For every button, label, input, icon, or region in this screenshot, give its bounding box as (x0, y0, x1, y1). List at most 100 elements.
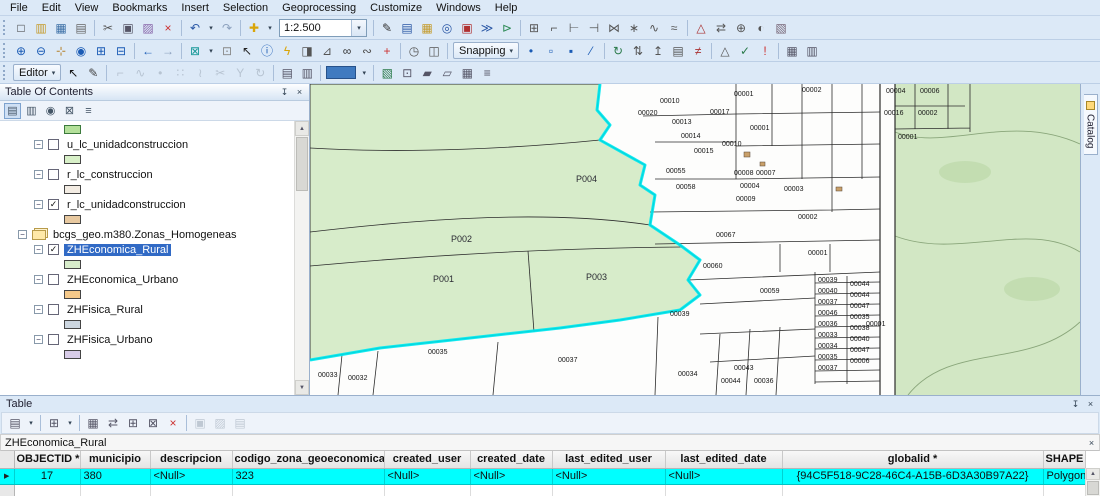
catalog-tab[interactable]: Catalog (1084, 94, 1098, 155)
rotate-tool-icon[interactable]: ↻ (251, 64, 269, 82)
menu-customize[interactable]: Customize (363, 1, 429, 15)
python-window-icon[interactable]: ≫ (478, 19, 496, 37)
select-features-icon[interactable]: ⊠ (186, 42, 204, 60)
layer-properties-icon[interactable]: ≡ (478, 64, 496, 82)
plan-directory-icon[interactable]: ▥ (803, 42, 821, 60)
column-header-last-edited-date[interactable]: last_edited_date (665, 451, 782, 468)
feature-cache-clear-icon[interactable]: ▱ (438, 64, 456, 82)
cell[interactable]: <Null> (470, 468, 552, 484)
trim-tool-icon[interactable]: ⊣ (585, 19, 603, 37)
post-version-icon[interactable]: ↥ (649, 42, 667, 60)
modelbuilder-window-icon[interactable]: ⊳ (498, 19, 516, 37)
map-view[interactable]: P004P002P001P003000100000100002000200001… (310, 84, 1080, 395)
undo-dropdown-icon[interactable]: ▾ (206, 19, 216, 37)
snapping-menu[interactable]: Snapping▾ (453, 42, 519, 59)
toc-item-r_lc_construccion[interactable]: −r_lc_construccion (0, 167, 294, 182)
list-by-source-icon[interactable]: ▥ (23, 103, 40, 119)
toc-swatch-row[interactable] (0, 287, 294, 302)
toolbar-grip[interactable] (3, 20, 7, 35)
table-options-dropdown-icon[interactable]: ▾ (26, 414, 36, 432)
row-selector[interactable]: ▶ (0, 468, 14, 484)
copy-rows-icon[interactable]: ▣ (191, 414, 209, 432)
toc-item-r_lc_unidadconstruccion[interactable]: −✓r_lc_unidadconstruccion (0, 197, 294, 212)
point-snapping-icon[interactable]: • (522, 42, 540, 60)
image-analysis-icon[interactable]: ◐ (752, 19, 770, 37)
layer-symbol-swatch[interactable] (64, 290, 81, 299)
attributes-window-icon[interactable]: ▤ (278, 64, 296, 82)
conflicts-icon[interactable]: ≠ (689, 42, 707, 60)
layer-label[interactable]: ZHEconomica_Urbano (64, 274, 181, 286)
paste-rows-icon[interactable]: ▨ (211, 414, 229, 432)
menu-view[interactable]: View (68, 1, 106, 15)
toc-swatch-row[interactable] (0, 152, 294, 167)
toc-swatch-row[interactable] (0, 257, 294, 272)
toc-swatch-row[interactable] (0, 182, 294, 197)
related-tables-icon[interactable]: ⊞ (45, 414, 63, 432)
add-data-dropdown-icon[interactable]: ▾ (265, 19, 275, 37)
expand-collapse-icon[interactable]: − (34, 245, 43, 254)
cut-polygons-tool-icon[interactable]: ✂ (211, 64, 229, 82)
line-intersection-tool-icon[interactable]: ⋈ (605, 19, 623, 37)
column-header-shape[interactable]: SHAPE (1043, 451, 1085, 468)
table-scroll-up-icon[interactable]: ▲ (1086, 468, 1100, 480)
measure-icon[interactable]: ⊿ (318, 42, 336, 60)
column-header-globalid-[interactable]: globalid * (782, 451, 1043, 468)
table-scroll-thumb[interactable] (1087, 481, 1099, 495)
cell[interactable]: <Null> (665, 468, 782, 484)
open-attribute-table-icon[interactable]: ▦ (458, 64, 476, 82)
toc-swatch-row[interactable] (0, 122, 294, 137)
expand-collapse-icon[interactable]: − (34, 140, 43, 149)
toolbar-grip[interactable] (3, 65, 7, 80)
cell[interactable]: <Null> (552, 468, 665, 484)
menu-geoprocessing[interactable]: Geoprocessing (275, 1, 363, 15)
related-tables-dropdown-icon[interactable]: ▾ (65, 414, 75, 432)
layer-symbol-swatch[interactable] (64, 125, 81, 134)
menu-bookmarks[interactable]: Bookmarks (105, 1, 174, 15)
menu-file[interactable]: File (3, 1, 35, 15)
endpoint-arc-tool-icon[interactable]: ⌐ (111, 64, 129, 82)
copy-icon[interactable]: ▣ (119, 19, 137, 37)
table-of-contents-window-icon[interactable]: ▤ (398, 19, 416, 37)
version-refresh-icon[interactable]: ↻ (609, 42, 627, 60)
toc-item-zhfisica_urbano[interactable]: −ZHFisica_Urbano (0, 332, 294, 347)
pan-icon[interactable]: ⊹ (52, 42, 70, 60)
menu-help[interactable]: Help (488, 1, 525, 15)
straight-segment-tool-icon[interactable]: ✎ (84, 64, 102, 82)
switch-selection-icon[interactable]: ⇄ (104, 414, 122, 432)
snapping-window-icon[interactable]: ⊡ (398, 64, 416, 82)
layer-checkbox[interactable]: ✓ (48, 199, 59, 210)
editor-menu[interactable]: Editor▾ (13, 64, 61, 81)
error-inspector-icon[interactable]: ! (756, 42, 774, 60)
column-header-last-edited-user[interactable]: last_edited_user (552, 451, 665, 468)
column-header-objectid-[interactable]: OBJECTID * (14, 451, 80, 468)
toc-swatch-row[interactable] (0, 347, 294, 362)
toc-scrollbar[interactable]: ▲ ▼ (294, 121, 309, 395)
cell[interactable]: 380 (80, 468, 150, 484)
explode-tool-icon[interactable]: ∗ (625, 19, 643, 37)
layer-checkbox[interactable] (48, 334, 59, 345)
select-by-attributes-icon[interactable]: ▦ (84, 414, 102, 432)
editor-toolbar-toggle-icon[interactable]: ✎ (378, 19, 396, 37)
toc-scroll-thumb[interactable] (296, 137, 308, 191)
full-extent-icon[interactable]: ◉ (72, 42, 90, 60)
undo-icon[interactable]: ↶ (186, 19, 204, 37)
toc-swatch-row[interactable] (0, 317, 294, 332)
layer-checkbox[interactable] (48, 274, 59, 285)
map-topology-icon[interactable]: △ (716, 42, 734, 60)
layer-symbol-swatch[interactable] (64, 320, 81, 329)
copy-features-tool-icon[interactable]: ⊞ (525, 19, 543, 37)
list-by-selection-icon[interactable]: ⊠ (61, 103, 78, 119)
georeferencing-icon[interactable]: ⊕ (732, 19, 750, 37)
layer-label[interactable]: r_lc_construccion (64, 169, 156, 181)
cell[interactable]: <Null> (384, 468, 470, 484)
expand-collapse-icon[interactable]: − (34, 200, 43, 209)
find-icon[interactable]: ∞ (338, 42, 356, 60)
point-tool-icon[interactable]: • (151, 64, 169, 82)
layer-symbol-swatch[interactable] (64, 155, 81, 164)
hyperlink-icon[interactable]: ϟ (278, 42, 296, 60)
search-window-icon[interactable]: ◎ (438, 19, 456, 37)
version-changes-icon[interactable]: ▤ (669, 42, 687, 60)
clear-selected-features-icon[interactable]: ⊡ (218, 42, 236, 60)
cell[interactable]: 323 (232, 468, 384, 484)
layer-label[interactable]: ZHEconomica_Rural (64, 244, 171, 256)
